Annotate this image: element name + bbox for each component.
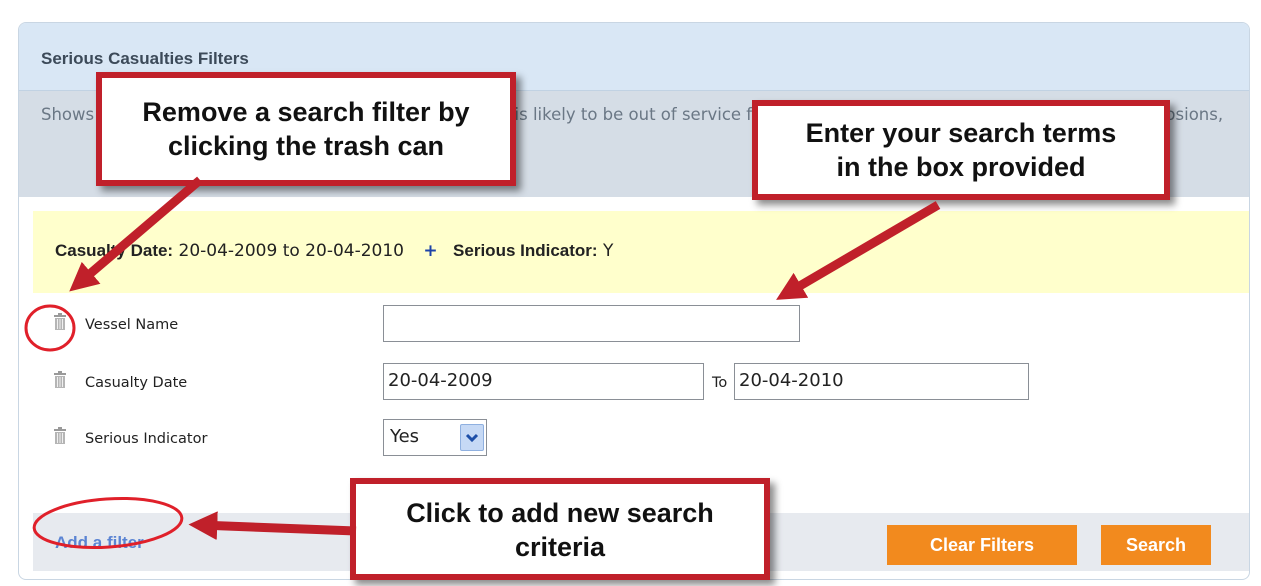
dropdown-button[interactable] xyxy=(460,424,484,451)
panel-title: Serious Casualties Filters xyxy=(41,49,249,68)
callout-remove-filter: Remove a search filter by clicking the t… xyxy=(96,72,516,186)
summary-indicator-value: Y xyxy=(602,241,614,261)
filter-label-serious-indicator: Serious Indicator xyxy=(85,431,208,447)
clear-filters-button[interactable]: Clear Filters xyxy=(887,525,1077,565)
summary-indicator-label: Serious Indicator: xyxy=(453,241,598,260)
filter-row-vessel-name: Vessel Name xyxy=(19,305,1119,345)
callout-search-line-2: in the box provided xyxy=(836,152,1086,182)
add-filter-link[interactable]: Add a filter xyxy=(55,533,144,553)
callout-search-terms: Enter your search terms in the box provi… xyxy=(752,100,1170,200)
active-filters-summary: Casualty Date: 20-04-2009 to 20-04-2010 … xyxy=(33,211,1249,293)
trash-icon[interactable] xyxy=(53,371,67,389)
trash-icon[interactable] xyxy=(53,313,67,331)
serious-indicator-value: Yes xyxy=(390,426,420,447)
summary-separator: + xyxy=(423,241,438,261)
filter-row-casualty-date: Casualty Date 20-04-2009 To 20-04-2010 xyxy=(19,363,1119,403)
filter-row-serious-indicator: Serious Indicator Yes xyxy=(19,419,1119,459)
trash-icon[interactable] xyxy=(53,427,67,445)
vessel-name-input[interactable] xyxy=(383,305,800,342)
callout-add-criteria: Click to add new search criteria xyxy=(350,478,770,580)
casualty-date-to-input[interactable]: 20-04-2010 xyxy=(734,363,1029,400)
casualty-date-from-input[interactable]: 20-04-2009 xyxy=(383,363,704,400)
summary-line: Casualty Date: 20-04-2009 to 20-04-2010 … xyxy=(55,241,613,261)
callout-remove-line-1: Remove a search filter by xyxy=(142,97,470,127)
chevron-down-icon xyxy=(465,433,479,443)
filter-label-casualty-date: Casualty Date xyxy=(85,375,188,391)
summary-date-label: Casualty Date: xyxy=(55,241,174,260)
search-button[interactable]: Search xyxy=(1101,525,1211,565)
callout-search-line-1: Enter your search terms xyxy=(805,118,1117,148)
callout-remove-line-2: clicking the trash can xyxy=(167,131,445,161)
to-label: To xyxy=(712,375,728,391)
summary-date-value: 20-04-2009 to 20-04-2010 xyxy=(178,241,404,261)
callout-add-line-2: criteria xyxy=(514,532,606,562)
filter-label-vessel-name: Vessel Name xyxy=(85,317,179,333)
serious-indicator-select[interactable]: Yes xyxy=(383,419,487,456)
callout-add-line-1: Click to add new search xyxy=(406,498,714,528)
